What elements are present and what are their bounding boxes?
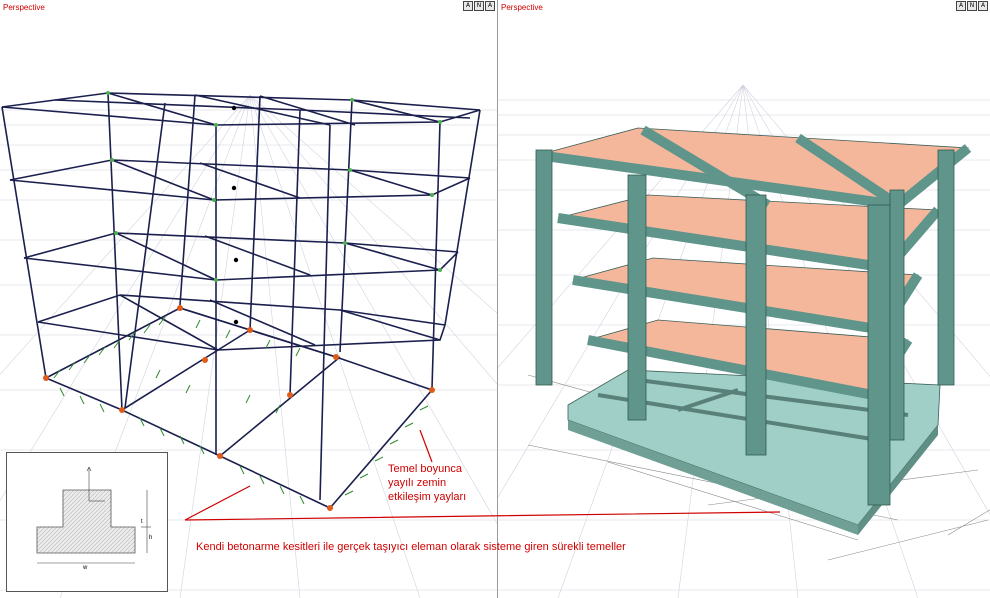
viewport-button-n[interactable]: N: [967, 1, 977, 11]
section-inset: w h t: [6, 452, 168, 592]
viewport-button-a2[interactable]: A: [978, 1, 988, 11]
dim-top-label: t: [141, 519, 143, 525]
viewport-button-n[interactable]: N: [474, 1, 484, 11]
viewport-button-a[interactable]: A: [463, 1, 473, 11]
mass-points: [231, 105, 239, 325]
annotation-soil-springs: Temel boyunca yayılı zemin etkileşim yay…: [388, 462, 498, 504]
viewport-right[interactable]: Perspective A N A: [498, 0, 990, 598]
annotation-line: yayılı zemin: [388, 477, 447, 489]
viewport-button-a2[interactable]: A: [485, 1, 495, 11]
viewport-window-buttons: A N A: [956, 1, 988, 11]
viewport-title: Perspective: [501, 3, 543, 12]
dim-width-label: w: [83, 565, 88, 571]
viewport-button-a[interactable]: A: [956, 1, 966, 11]
viewport-window-buttons: A N A: [463, 1, 495, 11]
annotation-line: etkileşim yayları: [388, 491, 467, 503]
viewport-left[interactable]: Perspective A N A w h t: [0, 0, 498, 598]
solid-model[interactable]: [498, 0, 990, 598]
annotation-foundations: Kendi betonarme kesitleri ile gerçek taş…: [196, 541, 626, 553]
frame-members: [1, 92, 481, 509]
viewport-title: Perspective: [3, 3, 45, 12]
annotation-line: Temel boyunca: [388, 463, 462, 475]
dim-height-label: h: [149, 535, 153, 541]
